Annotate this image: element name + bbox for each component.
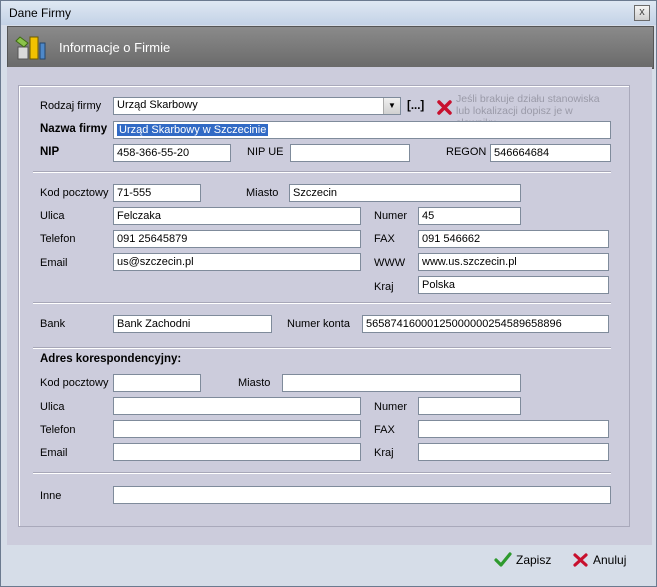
clear-x-icon[interactable] — [436, 99, 453, 116]
corr-postal-code-label: Kod pocztowy — [40, 377, 109, 389]
company-name-field[interactable]: Urząd Skarbowy w Szczecinie — [113, 121, 611, 139]
city-label: Miasto — [246, 187, 279, 199]
email-label: Email — [40, 257, 68, 269]
header-bar: Informacje o Firmie — [7, 26, 654, 69]
correspondence-heading: Adres korespondencyjny: — [40, 353, 182, 365]
number-label: Numer — [374, 210, 408, 222]
country-label: Kraj — [374, 281, 394, 293]
country-field[interactable]: Polska — [418, 276, 609, 294]
company-name-label: Nazwa firmy — [40, 123, 108, 135]
corr-postal-code-field[interactable] — [113, 374, 201, 392]
browse-button[interactable]: [...] — [407, 100, 424, 112]
divider — [33, 302, 611, 304]
cancel-button[interactable]: Anuluj — [572, 552, 626, 568]
www-field[interactable]: www.us.szczecin.pl — [418, 253, 609, 271]
close-button[interactable]: x — [634, 5, 650, 21]
corr-phone-field[interactable] — [113, 420, 361, 438]
nip-ue-field[interactable] — [290, 144, 410, 162]
divider — [33, 171, 611, 173]
account-number-label: Numer konta — [287, 318, 350, 330]
corr-city-field[interactable] — [282, 374, 521, 392]
company-type-label: Rodzaj firmy — [40, 100, 102, 112]
cancel-button-label: Anuluj — [593, 553, 627, 567]
company-name-value: Urząd Skarbowy w Szczecinie — [117, 124, 269, 136]
corr-country-label: Kraj — [374, 447, 394, 459]
corr-number-field[interactable] — [418, 397, 521, 415]
chevron-down-icon[interactable]: ▼ — [383, 98, 400, 114]
number-field[interactable]: 45 — [418, 207, 521, 225]
corr-street-label: Ulica — [40, 401, 65, 413]
company-type-select[interactable]: Urząd Skarbowy ▼ — [113, 97, 401, 115]
account-number-field[interactable]: 56587416000125000000254589658896 — [362, 315, 609, 333]
fax-label: FAX — [374, 233, 395, 245]
nip-field[interactable]: 458-366-55-20 — [113, 144, 231, 162]
divider — [33, 347, 611, 349]
www-label: WWW — [374, 257, 406, 269]
title-bar[interactable]: Dane Firmy x — [1, 1, 656, 25]
company-type-value: Urząd Skarbowy — [117, 99, 198, 111]
corr-fax-field[interactable] — [418, 420, 609, 438]
postal-code-label: Kod pocztowy — [40, 187, 109, 199]
corr-number-label: Numer — [374, 401, 408, 413]
corr-city-label: Miasto — [238, 377, 271, 389]
fax-field[interactable]: 091 546662 — [418, 230, 609, 248]
bank-label: Bank — [40, 318, 66, 330]
save-button-label: Zapisz — [516, 553, 552, 567]
bank-field[interactable]: Bank Zachodni — [113, 315, 272, 333]
street-field[interactable]: Felczaka — [113, 207, 361, 225]
street-label: Ulica — [40, 210, 65, 222]
corr-fax-label: FAX — [374, 424, 395, 436]
postal-code-field[interactable]: 71-555 — [113, 184, 201, 202]
corr-email-label: Email — [40, 447, 68, 459]
email-field[interactable]: us@szczecin.pl — [113, 253, 361, 271]
save-button[interactable]: Zapisz — [494, 552, 551, 568]
corr-country-field[interactable] — [418, 443, 609, 461]
divider — [33, 472, 611, 474]
nip-label: NIP — [40, 146, 60, 158]
other-label: Inne — [40, 490, 62, 502]
other-field[interactable] — [113, 486, 611, 504]
city-field[interactable]: Szczecin — [289, 184, 521, 202]
x-icon — [573, 553, 588, 567]
corr-email-field[interactable] — [113, 443, 361, 461]
check-icon — [494, 552, 512, 567]
header-title: Informacje o Firmie — [59, 40, 171, 55]
phone-label: Telefon — [40, 233, 76, 245]
nip-ue-label: NIP UE — [247, 146, 284, 158]
corr-street-field[interactable] — [113, 397, 361, 415]
regon-label: REGON — [446, 146, 487, 158]
phone-field[interactable]: 091 25645879 — [113, 230, 361, 248]
tools-icon — [15, 36, 46, 60]
window-title: Dane Firmy — [9, 6, 72, 20]
corr-phone-label: Telefon — [40, 424, 76, 436]
regon-field[interactable]: 546664684 — [490, 144, 611, 162]
